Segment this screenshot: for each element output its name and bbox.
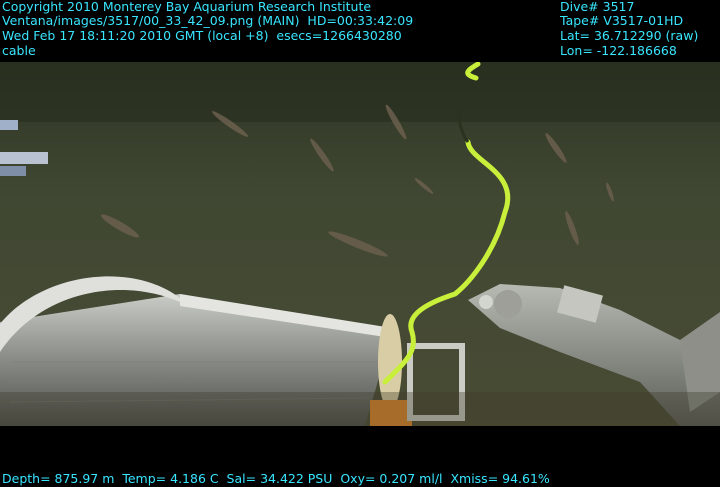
sensor-readout: Depth= 875.97 m Temp= 4.186 C Sal= 34.42… <box>2 471 550 486</box>
tape-number: Tape# V3517-01HD <box>560 13 684 28</box>
latitude: Lat= 36.712290 (raw) <box>560 28 699 43</box>
longitude: Lon= -122.186668 <box>560 43 677 58</box>
image-path-text: Ventana/images/3517/00_33_42_09.png (MAI… <box>2 13 414 28</box>
timestamp-text: Wed Feb 17 18:11:20 2010 GMT (local +8) … <box>2 28 402 43</box>
annotation-label: cable <box>2 43 36 58</box>
seafloor-scene <box>0 62 720 426</box>
